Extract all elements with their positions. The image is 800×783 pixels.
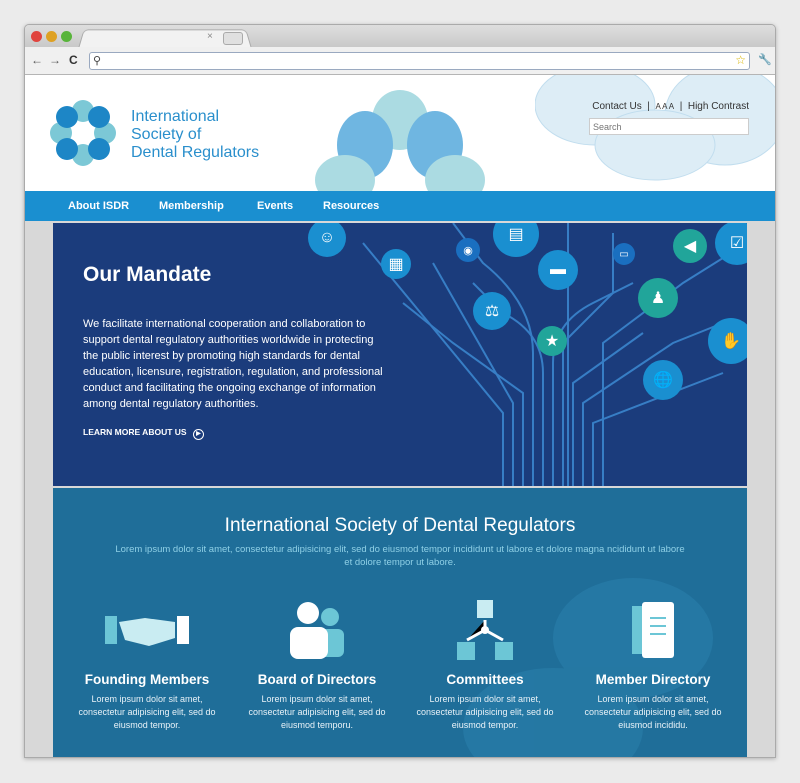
reload-icon[interactable]: C <box>69 53 78 67</box>
forward-icon[interactable]: → <box>49 53 61 67</box>
address-book-icon <box>573 598 733 662</box>
site-header: International Society of Dental Regulato… <box>25 75 775 191</box>
new-tab-button[interactable] <box>223 32 243 45</box>
feature-member-directory[interactable]: Member Directory Lorem ipsum dolor sit a… <box>573 598 733 732</box>
org-name[interactable]: International Society of Dental Regulato… <box>131 108 259 162</box>
feature-text: Lorem ipsum dolor sit amet, consectetur … <box>416 694 554 730</box>
wrench-icon[interactable]: 🔧 <box>758 53 772 66</box>
globe-icon: 🌐 <box>643 360 683 400</box>
scales-icon: ⚖ <box>473 292 511 330</box>
feature-text: Lorem ipsum dolor sit amet, consectetur … <box>78 694 216 730</box>
main-nav: About ISDR Membership Events Resources <box>25 191 775 221</box>
feature-title: Founding Members <box>84 672 210 687</box>
utility-links: Contact Us | A A A | High Contrast <box>592 101 749 112</box>
presentation-icon: ▭ <box>613 243 635 265</box>
feature-title: Board of Directors <box>257 672 377 687</box>
mandate-hero: Our Mandate We facilitate international … <box>53 223 747 486</box>
tab-bar: × <box>25 25 775 49</box>
isdr-logo-icon[interactable] <box>47 97 119 169</box>
play-circle-icon: ▶ <box>192 429 204 440</box>
feature-board-of-directors[interactable]: Board of Directors Lorem ipsum dolor sit… <box>237 598 397 732</box>
minimize-window-button[interactable] <box>46 31 57 42</box>
feature-title: Member Directory <box>595 672 711 687</box>
address-bar[interactable]: ⚲ ☆ <box>89 52 750 70</box>
broadcast-icon: ◉ <box>456 238 480 262</box>
search-input[interactable] <box>589 118 749 135</box>
feature-text: Lorem ipsum dolor sit amet, consectetur … <box>584 694 722 730</box>
feature-text: Lorem ipsum dolor sit amet, consectetur … <box>248 694 386 730</box>
org-chart-icon <box>405 598 565 662</box>
web-page: International Society of Dental Regulato… <box>25 75 775 757</box>
search-icon: ⚲ <box>93 55 102 67</box>
bookmark-star-icon[interactable]: ☆ <box>735 53 746 67</box>
learn-more-link[interactable]: LEARN MORE ABOUT US ▶ <box>83 427 204 440</box>
about-section: International Society of Dental Regulato… <box>53 488 747 757</box>
text-size-toggle[interactable]: A A A <box>655 102 674 111</box>
mandate-body: We facilitate international cooperation … <box>83 318 383 410</box>
nav-events[interactable]: Events <box>257 200 293 212</box>
close-window-button[interactable] <box>31 31 42 42</box>
maximize-window-button[interactable] <box>61 31 72 42</box>
separator: | <box>679 101 683 112</box>
people-icon <box>237 598 397 662</box>
back-icon[interactable]: ← <box>31 53 43 67</box>
feature-founding-members[interactable]: Founding Members Lorem ipsum dolor sit a… <box>67 598 227 732</box>
chat-icon: ▬ <box>538 250 578 290</box>
close-tab-icon[interactable]: × <box>207 31 213 42</box>
handshake-icon <box>67 598 227 662</box>
megaphone-icon: ◀ <box>673 229 707 263</box>
feature-title: Committees <box>446 672 524 687</box>
mandate-title: Our Mandate <box>83 263 212 286</box>
nav-about-isdr[interactable]: About ISDR <box>68 200 129 212</box>
section-title: International Society of Dental Regulato… <box>224 515 576 536</box>
browser-toolbar: ← → C ⚲ ☆ 🔧 <box>25 47 775 75</box>
learn-more-label: LEARN MORE ABOUT US <box>83 427 187 437</box>
calendar-icon: ▦ <box>381 249 411 279</box>
high-contrast-link[interactable]: High Contrast <box>688 101 749 112</box>
feature-committees[interactable]: Committees Lorem ipsum dolor sit amet, c… <box>405 598 565 732</box>
browser-window: × ← → C ⚲ ☆ 🔧 International Society of D… <box>24 24 776 758</box>
separator: | <box>647 101 650 112</box>
contact-us-link[interactable]: Contact Us <box>592 101 641 112</box>
nav-resources[interactable]: Resources <box>323 200 379 212</box>
team-icon: ♟ <box>638 278 678 318</box>
section-subtitle: Lorem ipsum dolor sit amet, consectetur … <box>115 544 685 568</box>
star-icon: ★ <box>537 326 567 356</box>
nav-membership[interactable]: Membership <box>159 200 224 212</box>
tooth-flower-decoration-icon <box>315 90 485 191</box>
handshake-icon: ✋ <box>708 318 747 364</box>
